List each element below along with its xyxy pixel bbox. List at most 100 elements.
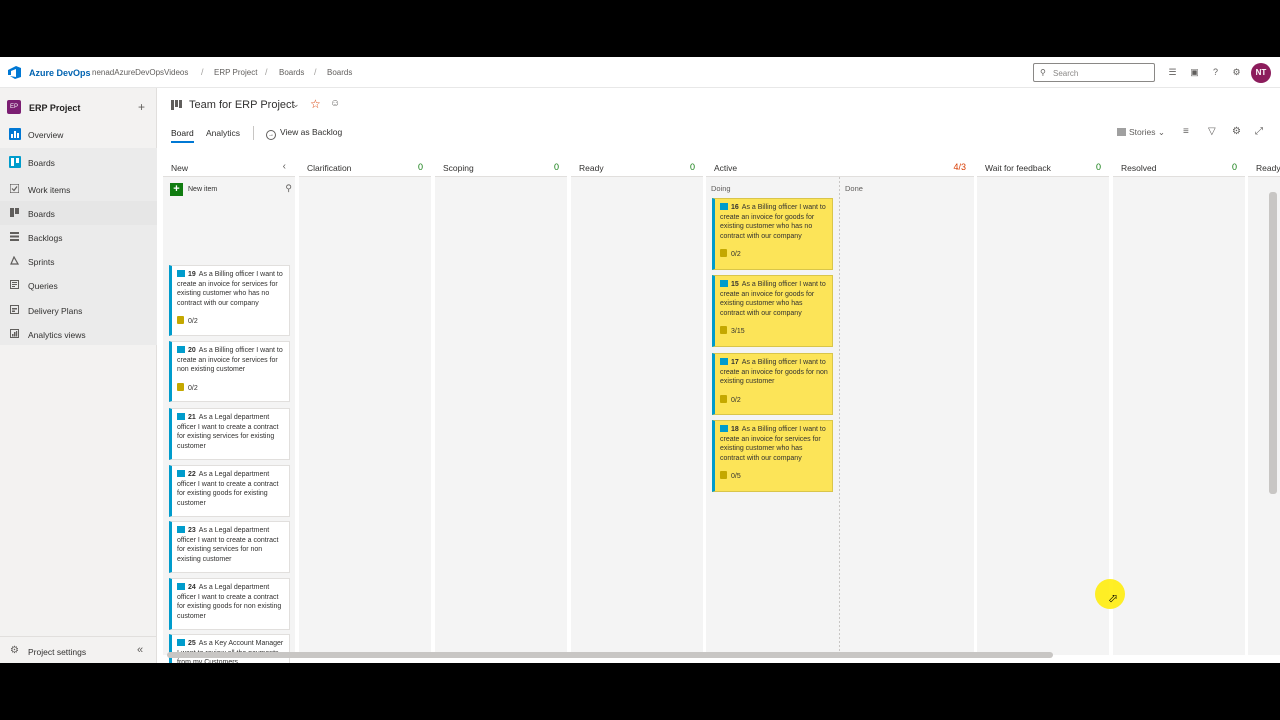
team-members-icon[interactable]: ☺ [330,98,340,109]
brand-link[interactable]: Azure DevOps [29,68,91,78]
project-name[interactable]: ERP Project [29,103,80,113]
tab-board[interactable]: Board [171,128,194,138]
new-item-button[interactable]: + New item ⚲ [170,183,292,197]
column-header[interactable]: Resolved 0 [1113,155,1245,177]
vertical-scrollbar[interactable] [1268,185,1278,655]
backlog-level-label: Stories [1129,127,1156,137]
user-story-book-icon [720,425,728,432]
sidebar-item-queries[interactable]: Queries [0,273,157,297]
project-header[interactable]: EP ERP Project + [0,94,157,118]
task-count: 0/2 [731,396,741,404]
azure-devops-logo-icon[interactable] [8,66,22,79]
search-input[interactable]: ⚲ Search [1033,63,1155,82]
column-header[interactable]: New ‹ [163,155,295,177]
card-task-progress[interactable]: 0/2 [177,316,285,325]
card-task-progress[interactable]: 0/2 [177,382,285,392]
column-header[interactable]: Ready [1248,155,1280,177]
sidebar-item-sprints[interactable]: Sprints [0,249,157,273]
column-header[interactable]: Active 4/3 [706,155,974,177]
work-item-card[interactable]: 24 As a Legal department officer I want t… [169,578,290,630]
sidebar-item-label: Delivery Plans [28,306,83,316]
collapse-sidebar-icon[interactable]: « [137,644,143,656]
backlog-level-selector[interactable]: Stories ⌄ [1117,127,1165,138]
work-item-card[interactable]: 17 As a Billing officer I want to create … [712,353,833,415]
card-task-progress[interactable]: 0/2 [720,249,828,258]
active-tab-underline [171,141,194,143]
card-title[interactable]: 16 As a Billing officer I want to create … [720,203,828,241]
work-item-card[interactable]: 16 As a Billing officer I want to create … [712,198,833,270]
project-settings-link[interactable]: ⚙ Project settings « [0,636,157,663]
breadcrumb-separator: / [314,67,317,77]
help-icon[interactable]: ? [1210,67,1221,78]
card-task-progress[interactable]: 0/5 [720,471,828,480]
view-as-backlog-button[interactable]: → View as Backlog [266,127,342,140]
user-settings-icon[interactable]: ⚙ [1231,67,1242,78]
card-title[interactable]: 23 As a Legal department officer I want t… [177,526,285,564]
sidebar-item-backlogs[interactable]: Backlogs [0,225,157,249]
favorite-star-icon[interactable]: ☆ [310,97,321,111]
subcolumn-done-label: Done [845,184,863,193]
settings-sliders-icon[interactable]: ≡ [1183,126,1189,137]
overview-icon [9,128,21,140]
team-name: Team for ERP Project [189,99,295,111]
fullscreen-icon[interactable]: ⤢ [1255,126,1263,137]
avatar[interactable]: NT [1251,63,1271,83]
column-name: Scoping [443,163,474,173]
sidebar-item-analytics-views[interactable]: Analytics views [0,322,157,346]
card-title[interactable]: 17 As a Billing officer I want to create … [720,358,828,387]
task-count: 0/2 [188,318,198,326]
task-count: 0/2 [731,251,741,259]
marketplace-bag-icon[interactable]: ▣ [1189,67,1200,78]
work-item-card[interactable]: 15 As a Billing officer I want to create … [712,275,833,347]
breadcrumb-org[interactable]: nenadAzureDevOpsVideos [92,68,188,77]
work-item-card[interactable]: 21 As a Legal department officer I want t… [169,408,290,460]
task-clipboard-icon [177,316,184,325]
board-settings-gear-icon[interactable]: ⚙ [1232,126,1241,137]
column-header[interactable]: Scoping 0 [435,155,567,177]
sidebar-item-boards-sub[interactable]: Boards [0,201,157,225]
work-item-card[interactable]: 19 As a Billing officer I want to create … [169,265,290,336]
card-title[interactable]: 19 As a Billing officer I want to create … [177,270,285,308]
horizontal-scrollbar[interactable] [163,651,1268,659]
card-title[interactable]: 24 As a Legal department officer I want t… [177,583,285,621]
user-story-book-icon [720,280,728,287]
sidebar-item-boards[interactable]: Boards [0,150,157,174]
sidebar-item-overview[interactable]: Overview [0,122,157,146]
breadcrumb-project[interactable]: ERP Project [214,68,257,77]
tab-analytics[interactable]: Analytics [206,128,240,138]
breadcrumb-boards[interactable]: Boards [279,68,304,77]
card-title[interactable]: 15 As a Billing officer I want to create … [720,280,828,318]
scrollbar-thumb[interactable] [167,652,1053,658]
column-header[interactable]: Ready 0 [571,155,703,177]
card-task-progress[interactable]: 0/2 [720,394,828,404]
card-id: 22 [188,471,196,478]
sidebar-item-work-items[interactable]: Work items [0,177,157,201]
add-icon[interactable]: + [138,100,145,114]
top-bar: Azure DevOps nenadAzureDevOpsVideos / ER… [0,57,1280,88]
work-item-card[interactable]: 23 As a Legal department officer I want t… [169,521,290,573]
column-header[interactable]: Wait for feedback 0 [977,155,1109,177]
collapse-column-chevron-icon[interactable]: ‹ [283,161,286,172]
card-title[interactable]: 20 As a Billing officer I want to create … [177,346,285,375]
work-items-list-icon[interactable]: ☰ [1167,67,1178,78]
column-name: New [171,163,189,173]
search-icon[interactable]: ⚲ [285,183,292,194]
column-header[interactable]: Clarification 0 [299,155,431,177]
breadcrumb-boards-current[interactable]: Boards [327,68,352,77]
work-item-card[interactable]: 18 As a Billing officer I want to create … [712,420,833,492]
work-item-card[interactable]: 22 As a Legal department officer I want t… [169,465,290,517]
sidebar-item-label: Analytics views [28,330,86,340]
filter-icon[interactable]: ▽ [1208,126,1216,137]
card-title[interactable]: 22 As a Legal department officer I want t… [177,470,285,508]
column-count: 0 [1231,162,1237,172]
column-new: New ‹ + New item ⚲ 19 As a Billing office… [163,155,295,663]
card-title[interactable]: 21 As a Legal department officer I want t… [177,413,285,451]
user-story-book-icon [177,413,185,420]
card-task-progress[interactable]: 3/15 [720,326,828,335]
sidebar-item-delivery-plans[interactable]: Delivery Plans [0,298,157,322]
card-title[interactable]: 18 As a Billing officer I want to create … [720,425,828,463]
board-icon [10,208,19,217]
task-clipboard-icon [720,326,727,335]
scrollbar-thumb[interactable] [1269,192,1277,494]
work-item-card[interactable]: 20 As a Billing officer I want to create … [169,341,290,402]
